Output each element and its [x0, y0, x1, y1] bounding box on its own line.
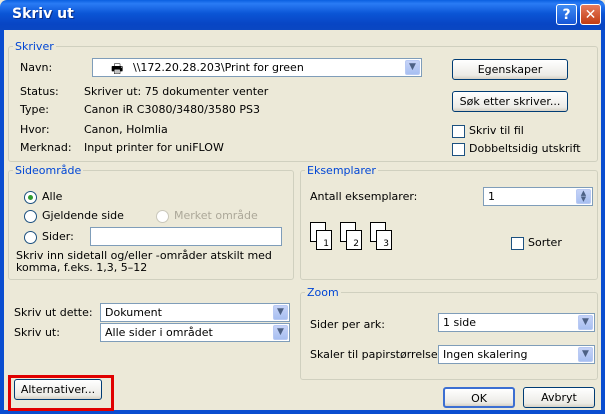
copies-count-value: 1 — [488, 190, 495, 203]
duplex-checkbox[interactable] — [452, 143, 465, 156]
page-icon: 3 — [376, 230, 392, 250]
help-button[interactable]: ? — [556, 4, 577, 25]
highlight-box — [8, 375, 114, 411]
comment-label: Merknad: — [20, 141, 72, 154]
where-label: Hvor: — [20, 123, 50, 136]
page-icon: 2 — [346, 230, 362, 250]
printer-name-value: \\172.20.28.203\Print for green — [133, 61, 304, 74]
properties-button[interactable]: Egenskaper — [452, 59, 568, 80]
window-title: Skriv ut — [12, 6, 74, 22]
print-to-file-label: Skriv til fil — [469, 124, 524, 137]
window-border-right — [601, 30, 605, 414]
range-selection-label: Merket område — [174, 209, 258, 222]
range-pages-radio[interactable] — [24, 231, 37, 244]
pages-input[interactable] — [90, 227, 282, 246]
copies-count-label: Antall eksemplarer: — [310, 190, 418, 203]
cancel-button[interactable]: Avbryt — [523, 387, 595, 408]
status-label: Status: — [20, 85, 59, 98]
dialog-body: Skriver Navn: 🖶 \\172.20.28.203\Print fo… — [4, 30, 601, 410]
chevron-down-icon: ▼ — [578, 347, 593, 362]
print-dialog: Skriv ut ? ✕ Skriver Navn: 🖶 \\172.20.28… — [0, 0, 605, 414]
collate-label: Sorter — [528, 236, 562, 249]
copies-legend: Eksemplarer — [307, 164, 376, 177]
printer-name-label: Navn: — [20, 61, 53, 74]
scale-select[interactable]: Ingen skalering ▼ — [438, 345, 595, 364]
title-bar[interactable]: Skriv ut ? ✕ — [0, 0, 605, 30]
close-button[interactable]: ✕ — [580, 4, 601, 25]
ok-button[interactable]: OK — [443, 387, 515, 408]
page-icon: 1 — [316, 230, 332, 250]
print-sel-label: Skriv ut: — [14, 326, 60, 339]
range-current-radio[interactable] — [24, 210, 37, 223]
printer-name-select[interactable]: 🖶 \\172.20.28.203\Print for green ▼ — [92, 58, 422, 77]
print-what-label: Skriv ut dette: — [14, 306, 93, 319]
print-what-value: Dokument — [105, 306, 162, 319]
zoom-group: Zoom — [300, 286, 598, 380]
spin-arrows-icon[interactable]: ▲ ▼ — [576, 189, 591, 204]
collate-checkbox[interactable] — [511, 237, 524, 250]
print-to-file-checkbox[interactable] — [452, 125, 465, 138]
range-all-label: Alle — [42, 190, 63, 203]
pages-per-sheet-value: 1 side — [443, 316, 477, 329]
pages-per-sheet-label: Sider per ark: — [310, 318, 385, 331]
where-value: Canon, Holmlia — [84, 123, 168, 136]
printer-icon: 🖶 — [111, 62, 124, 77]
page-range-legend: Sideområde — [15, 164, 82, 177]
type-value: Canon iR C3080/3480/3580 PS3 — [84, 103, 260, 116]
type-label: Type: — [20, 103, 49, 116]
range-current-label: Gjeldende side — [42, 209, 124, 222]
chevron-down-icon: ▼ — [273, 305, 288, 320]
status-value: Skriver ut: 75 dokumenter venter — [84, 85, 269, 98]
chevron-down-icon: ▼ — [405, 60, 420, 75]
chevron-down-icon: ▼ — [273, 325, 288, 340]
comment-value: Input printer for uniFLOW — [84, 141, 224, 154]
range-hint: Skriv inn sidetall og/eller -områder ats… — [16, 249, 272, 274]
scale-value: Ingen skalering — [443, 348, 528, 361]
print-what-select[interactable]: Dokument ▼ — [100, 303, 290, 322]
print-sel-select[interactable]: Alle sider i området ▼ — [100, 323, 290, 342]
range-pages-label: Sider: — [42, 230, 74, 243]
print-sel-value: Alle sider i området — [105, 326, 213, 339]
range-all-radio[interactable] — [24, 191, 37, 204]
chevron-down-icon: ▼ — [578, 315, 593, 330]
radio-selected-dot — [28, 195, 33, 200]
printer-legend: Skriver — [15, 40, 54, 53]
range-selection-radio[interactable] — [156, 210, 169, 223]
copies-count-spinner[interactable]: 1 ▲ ▼ — [483, 187, 593, 206]
zoom-legend: Zoom — [307, 286, 339, 299]
scale-label: Skaler til papirstørrelse: — [310, 348, 442, 361]
find-printer-button[interactable]: Søk etter skriver... — [452, 91, 568, 112]
pages-per-sheet-select[interactable]: 1 side ▼ — [438, 313, 595, 332]
duplex-label: Dobbeltsidig utskrift — [469, 142, 581, 155]
